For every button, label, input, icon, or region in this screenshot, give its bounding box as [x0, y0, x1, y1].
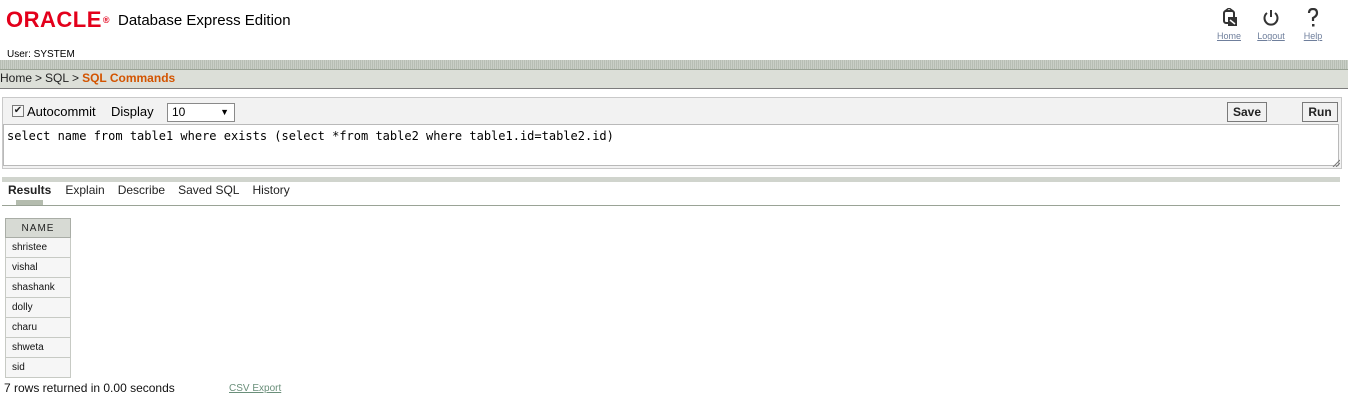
tab-history[interactable]: History — [252, 183, 289, 203]
tabs-divider — [2, 205, 1340, 206]
table-row: sid — [5, 357, 71, 378]
sql-command-textarea[interactable]: select name from table1 where exists (se… — [3, 124, 1339, 166]
question-icon — [1306, 7, 1320, 29]
header-links: Home Logout Help — [1208, 7, 1334, 41]
tab-saved-sql[interactable]: Saved SQL — [178, 183, 239, 203]
logout-link[interactable]: Logout — [1250, 7, 1292, 41]
table-cell: shweta — [5, 337, 71, 358]
results-table: NAME shristee vishal shashank dolly char… — [5, 218, 71, 378]
resize-handle-icon[interactable] — [1332, 159, 1340, 167]
table-cell: sid — [5, 357, 71, 378]
table-cell: dolly — [5, 297, 71, 318]
table-row: vishal — [5, 257, 71, 278]
result-tabs: Results Explain Describe Saved SQL Histo… — [0, 183, 290, 205]
help-link[interactable]: Help — [1292, 7, 1334, 41]
display-select-value: 10 — [172, 105, 186, 119]
csv-export-link[interactable]: CSV Export — [229, 383, 281, 394]
help-link-label[interactable]: Help — [1304, 31, 1323, 41]
table-header-row: NAME — [5, 218, 71, 238]
logout-link-label[interactable]: Logout — [1257, 31, 1285, 41]
power-icon — [1262, 7, 1280, 29]
autocommit-checkbox[interactable]: ✔ — [12, 105, 24, 117]
column-header-name: NAME — [5, 218, 71, 238]
display-select[interactable]: 10 ▼ — [167, 103, 235, 122]
product-title: Database Express Edition — [118, 12, 291, 29]
home-icon — [1220, 7, 1238, 29]
breadcrumb-home[interactable]: Home — [0, 70, 32, 86]
breadcrumb: Home > SQL > SQL Commands — [0, 70, 1348, 89]
breadcrumb-sql[interactable]: SQL — [45, 70, 69, 86]
sql-editor-panel: ✔ Autocommit Display 10 ▼ Save Run selec… — [2, 97, 1342, 169]
rows-returned-status: 7 rows returned in 0.00 seconds — [4, 381, 175, 395]
tab-results[interactable]: Results — [8, 183, 51, 205]
breadcrumb-current: SQL Commands — [82, 71, 176, 85]
table-row: charu — [5, 317, 71, 338]
panel-separator — [2, 177, 1340, 182]
autocommit-label: Autocommit — [27, 104, 96, 119]
header-band — [0, 60, 1348, 69]
breadcrumb-separator: > — [72, 71, 80, 85]
table-cell: vishal — [5, 257, 71, 278]
run-button[interactable]: Run — [1302, 102, 1338, 122]
table-cell: shristee — [5, 237, 71, 258]
home-link[interactable]: Home — [1208, 7, 1250, 41]
page-header: ORACLE® Database Express Edition User: S… — [0, 0, 1348, 60]
home-link-label[interactable]: Home — [1217, 31, 1241, 41]
table-row: shashank — [5, 277, 71, 298]
chevron-down-icon: ▼ — [220, 107, 229, 117]
editor-toolbar: ✔ Autocommit Display 10 ▼ Save Run — [3, 98, 1341, 124]
table-row: dolly — [5, 297, 71, 318]
save-button[interactable]: Save — [1227, 102, 1267, 122]
table-cell: charu — [5, 317, 71, 338]
tab-describe[interactable]: Describe — [118, 183, 165, 203]
tab-explain[interactable]: Explain — [65, 183, 104, 203]
table-cell: shashank — [5, 277, 71, 298]
table-row: shristee — [5, 237, 71, 258]
display-label: Display — [111, 104, 154, 119]
user-label: User: SYSTEM — [7, 49, 75, 60]
table-row: shweta — [5, 337, 71, 358]
breadcrumb-separator: > — [35, 71, 43, 85]
oracle-logo: ORACLE® — [6, 7, 111, 32]
